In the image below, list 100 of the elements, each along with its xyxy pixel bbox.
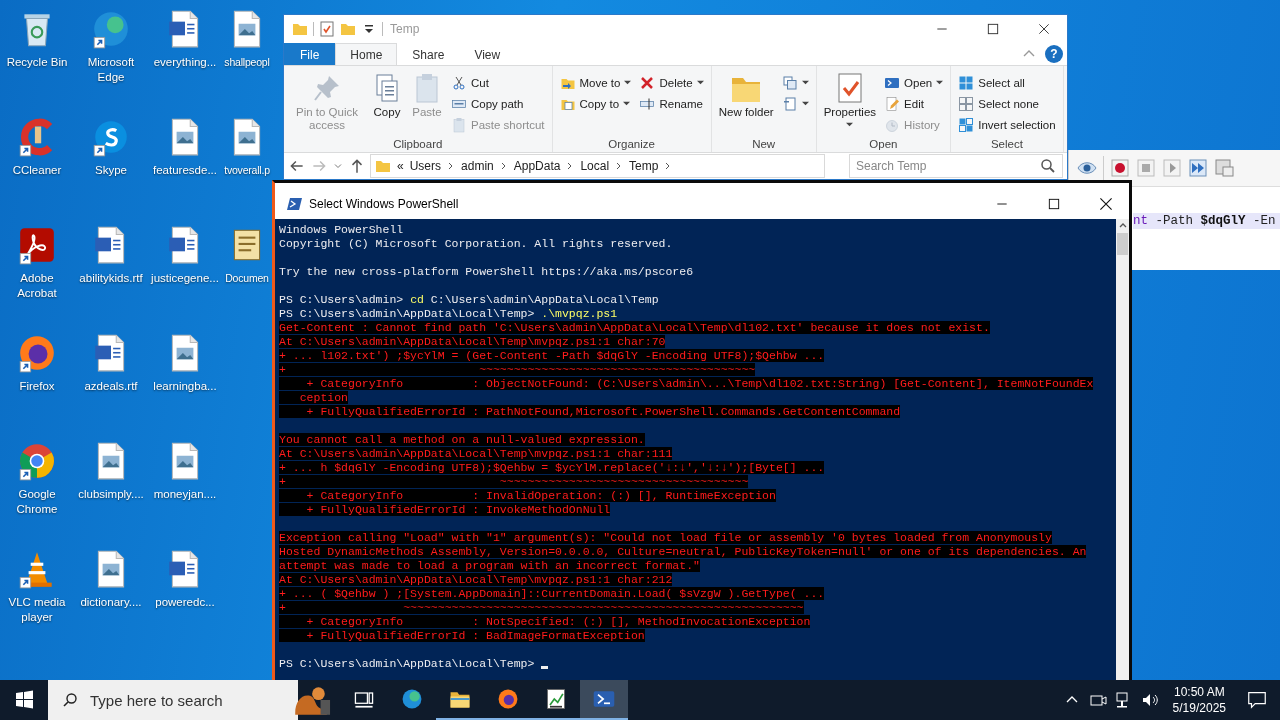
desktop-item[interactable]: moneyjan.... <box>148 440 222 548</box>
window-title: Select Windows PowerShell <box>309 197 459 211</box>
text-cursor <box>541 666 549 669</box>
breadcrumb[interactable]: admin <box>461 159 494 173</box>
prompt: PS C:\Users\admin> <box>279 293 404 306</box>
ribbon-tab[interactable]: File <box>284 43 336 65</box>
caret-icon <box>801 79 809 86</box>
breadcrumb[interactable]: AppData <box>513 159 561 173</box>
group-label: Open <box>868 137 899 152</box>
caret-icon <box>936 79 944 86</box>
cross-icon <box>639 74 656 91</box>
console-line: Copyright (C) Microsoft Corporation. All rights reserved. <box>279 237 673 250</box>
group-label: Organize <box>607 137 656 152</box>
search-field[interactable]: Search Temp <box>849 154 1063 178</box>
console-line: Try the new cross-platform PowerShell https://aka.ms/pscore6 <box>279 265 694 278</box>
desktop-item[interactable]: Recycle Bin <box>0 8 74 116</box>
desktop-item[interactable]: azdeals.rtf <box>74 332 148 440</box>
desktop-item[interactable]: featuresde... <box>148 116 222 224</box>
clipboard-icon <box>451 116 467 133</box>
time: 10:50 AM <box>1173 684 1225 700</box>
group-label: Select <box>989 137 1024 152</box>
chart-document-icon <box>544 687 568 711</box>
ribbon-button[interactable]: Move to <box>556 72 635 93</box>
browser-icon <box>400 687 424 711</box>
ribbon-tab[interactable]: Share <box>397 43 460 65</box>
desktop-item[interactable]: tvoverall.p <box>222 116 272 224</box>
ribbon-tab[interactable]: View <box>459 43 516 65</box>
caret-icon <box>846 121 854 128</box>
scrollbar[interactable] <box>1116 219 1129 680</box>
desktop-item[interactable]: everything... <box>148 8 222 116</box>
help-button[interactable]: ? <box>1045 45 1063 63</box>
console-line: Windows PowerShell <box>279 223 404 236</box>
group-label: Clipboard <box>392 137 444 152</box>
terminal-icon <box>287 196 303 212</box>
desktop-item[interactable]: shallpeopl <box>222 8 272 116</box>
desktop-item[interactable]: poweredc... <box>148 548 222 656</box>
breadcrumb[interactable]: Local <box>580 159 610 173</box>
desktop-item[interactable]: VLC media player <box>0 548 74 656</box>
desktop-item[interactable]: learningba... <box>148 332 222 440</box>
desktop-item[interactable]: clubsimply.... <box>74 440 148 548</box>
record-button[interactable] <box>1110 158 1130 178</box>
browser-icon <box>496 687 520 711</box>
scissors-icon <box>451 74 467 91</box>
scroll-thumb[interactable] <box>1117 233 1128 255</box>
ribbon-button[interactable]: Edit <box>881 93 947 114</box>
ribbon-button[interactable]: Select none <box>955 93 1059 114</box>
command: .\mvpqz.ps1 <box>540 307 618 320</box>
ribbon-button[interactable]: Cut <box>448 72 548 93</box>
desktop-item[interactable]: Microsoft Edge <box>74 8 148 116</box>
ribbon-button[interactable]: Open <box>881 72 947 93</box>
ribbon-button[interactable]: Invert selection <box>955 114 1059 135</box>
caret-icon <box>696 79 704 86</box>
ribbon-button[interactable]: Copy to <box>556 93 635 114</box>
play-button[interactable] <box>1162 158 1182 178</box>
command: cd <box>409 293 424 306</box>
grid-icon <box>958 116 975 133</box>
page-icon <box>781 95 798 112</box>
breadcrumb[interactable]: Users <box>409 159 442 173</box>
caret-icon <box>623 100 631 107</box>
desktop-item[interactable]: Skype <box>74 116 148 224</box>
desktop-item[interactable]: abilitykids.rtf <box>74 224 148 332</box>
ribbon-button[interactable]: Copy <box>368 68 406 136</box>
ribbon-button[interactable]: Copy path <box>448 93 548 114</box>
breadcrumb[interactable]: Temp <box>629 159 659 173</box>
ribbon-button[interactable]: Select all <box>955 72 1059 93</box>
overflow-crumb[interactable]: « <box>397 159 404 173</box>
address-bar[interactable]: « Users admin AppData Local Temp <box>370 154 825 178</box>
desktop-item[interactable]: justicegene... <box>148 224 222 332</box>
ribbon-button[interactable]: New folder <box>715 68 777 136</box>
grid-outline-icon <box>958 95 975 112</box>
group-label: New <box>751 137 777 152</box>
checkmark-page-icon[interactable] <box>319 21 335 37</box>
notification-icon[interactable] <box>1246 689 1268 711</box>
clock[interactable]: 10:50 AM 5/19/2025 <box>1162 684 1236 716</box>
search-icon <box>1040 158 1056 174</box>
folder-icon <box>375 158 391 174</box>
desktop-item[interactable]: Google Chrome <box>0 440 74 548</box>
window-title: Temp <box>390 22 420 36</box>
ribbon-tab[interactable]: Home <box>335 43 398 65</box>
pencil-icon <box>884 95 901 112</box>
ribbon-button[interactable]: Delete <box>636 72 707 93</box>
ribbon-button[interactable]: Rename <box>636 93 707 114</box>
search-icon <box>62 692 78 708</box>
fast-forward-button[interactable] <box>1188 158 1208 178</box>
prompt: PS C:\Users\admin\AppData\Local\Temp> <box>279 307 535 320</box>
desktop-item[interactable]: Firefox <box>0 332 74 440</box>
command-argument: C:\Users\admin\AppData\Local\Temp <box>429 293 659 306</box>
grid-icon <box>958 74 975 91</box>
desktop-item[interactable]: Documen <box>222 224 272 332</box>
caret-icon <box>801 100 809 107</box>
date: 5/19/2025 <box>1172 700 1226 716</box>
ribbon-button[interactable]: Properties <box>820 68 880 136</box>
pages-icon <box>781 74 798 91</box>
search-field[interactable]: Type here to search <box>48 680 298 720</box>
chevron-icon <box>499 162 508 170</box>
prompt: PS C:\Users\admin\AppData\Local\Temp> <box>279 657 535 670</box>
caret-icon <box>624 79 632 86</box>
desktop-item[interactable]: CCleaner <box>0 116 74 224</box>
desktop-item[interactable]: Adobe Acrobat <box>0 224 74 332</box>
desktop-item[interactable]: dictionary.... <box>74 548 148 656</box>
